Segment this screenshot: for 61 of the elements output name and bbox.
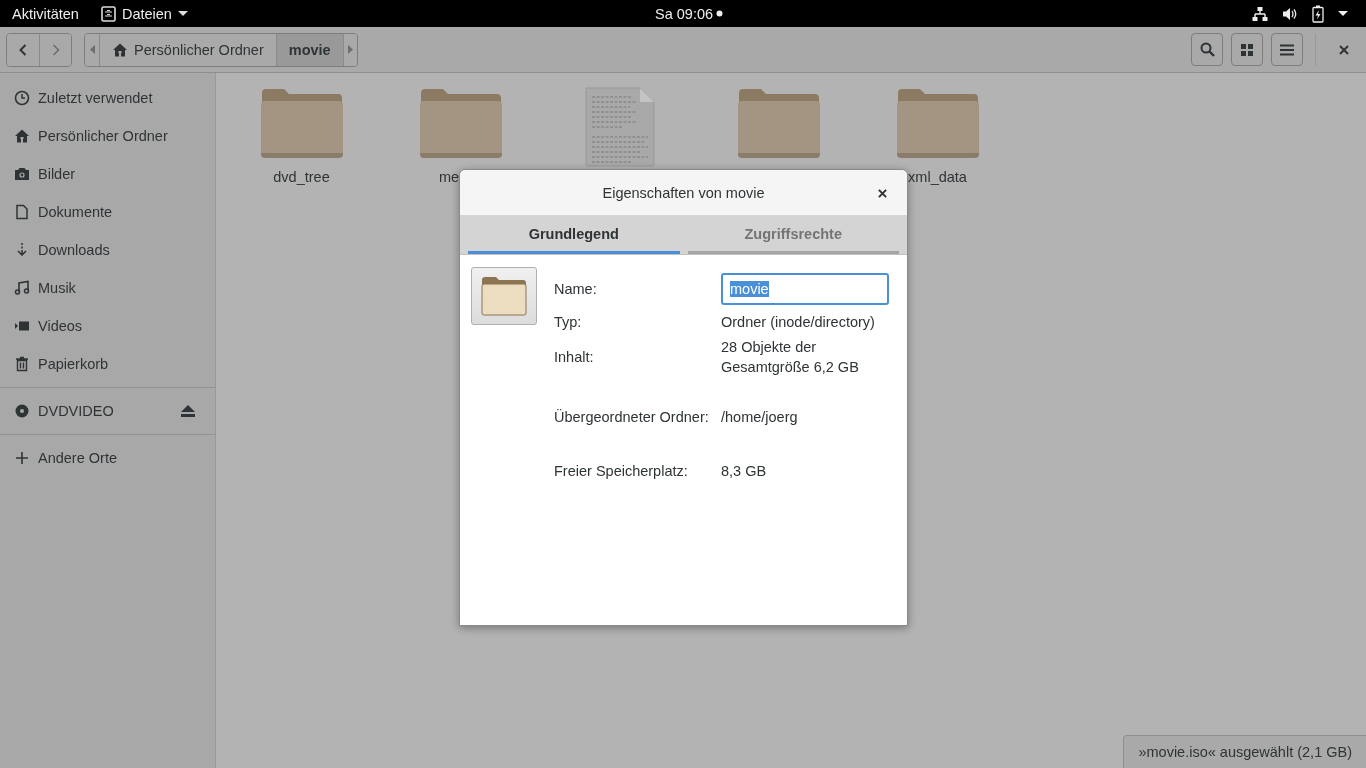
dropdown-caret-icon [177, 10, 188, 17]
app-menu-button[interactable]: Dateien [121, 5, 172, 22]
field-value: Ordner (inode/directory) [721, 313, 876, 332]
dialog-title: Eigenschaften von movie [602, 184, 765, 201]
file-cabinet-icon [100, 5, 116, 22]
tab[interactable]: Zugriffsrechte [687, 216, 899, 254]
sidebar-item[interactable]: Dokumente [0, 193, 215, 231]
sidebar-item[interactable]: Videos [0, 307, 215, 345]
sidebar-item[interactable]: DVDVIDEO [0, 392, 215, 430]
disc-icon [14, 403, 30, 419]
field-label: Typ: [554, 314, 583, 330]
sidebar-item[interactable]: Bilder [0, 155, 215, 193]
activities-button[interactable]: Aktivitäten [12, 5, 79, 22]
system-menu-caret-icon[interactable] [1338, 10, 1348, 17]
menu-icon [1280, 43, 1294, 56]
sidebar-item[interactable]: Musik [0, 269, 215, 307]
file-name: xml_data [908, 169, 967, 185]
eject-icon[interactable] [181, 405, 195, 417]
search-icon [1199, 42, 1215, 57]
field-value: /home/joerg [721, 408, 799, 427]
field-label: Inhalt: [554, 349, 595, 365]
sidebar-item[interactable]: Zuletzt verwendet [0, 79, 215, 117]
name-field[interactable]: movie [721, 273, 889, 305]
folder-preview-button[interactable] [471, 267, 537, 325]
field-label: Freier Speicherplatz: [554, 463, 689, 479]
music-icon [14, 280, 30, 296]
path-button[interactable]: movie [275, 33, 343, 66]
network-icon[interactable] [1252, 5, 1268, 22]
grid-icon [1241, 43, 1253, 56]
home-icon [14, 128, 30, 144]
sidebar-item[interactable]: Persönlicher Ordner [0, 117, 215, 155]
notification-dot-icon [716, 10, 724, 17]
download-icon [14, 242, 30, 258]
close-icon [1339, 44, 1349, 55]
file-name: me [439, 169, 460, 185]
clock[interactable]: Sa 09:06 [655, 5, 714, 22]
right-triangle-icon [347, 45, 353, 54]
recent-icon [14, 90, 30, 106]
battery-icon[interactable] [1312, 4, 1324, 23]
folder-icon [481, 276, 527, 316]
left-triangle-icon [89, 45, 95, 54]
view-grid-button[interactable] [1231, 33, 1263, 66]
home-icon [112, 41, 128, 58]
search-button[interactable] [1191, 33, 1223, 66]
close-icon [877, 188, 887, 198]
field-label: Übergeordneter Ordner: [554, 409, 710, 425]
trash-icon [14, 356, 30, 372]
selection-status: »movie.iso« ausgewählt (2,1 GB) [1123, 735, 1366, 768]
sidebar-item[interactable]: Andere Orte [0, 439, 215, 477]
menu-button[interactable] [1271, 33, 1303, 66]
field-value: 28 Objekte der Gesamtgröße 6,2 GB [721, 338, 860, 377]
field-label: Name: [554, 281, 598, 297]
field-value: 8,3 GB [721, 462, 768, 481]
tab[interactable]: Grundlegend [468, 216, 680, 254]
sidebar-item[interactable]: Downloads [0, 231, 215, 269]
camera-icon [14, 166, 30, 182]
file-name: dvd_tree [273, 169, 330, 185]
sidebar-item[interactable]: Papierkorb [0, 345, 215, 383]
plus-icon [14, 450, 30, 466]
volume-icon[interactable] [1282, 5, 1298, 22]
document-icon [14, 204, 30, 220]
